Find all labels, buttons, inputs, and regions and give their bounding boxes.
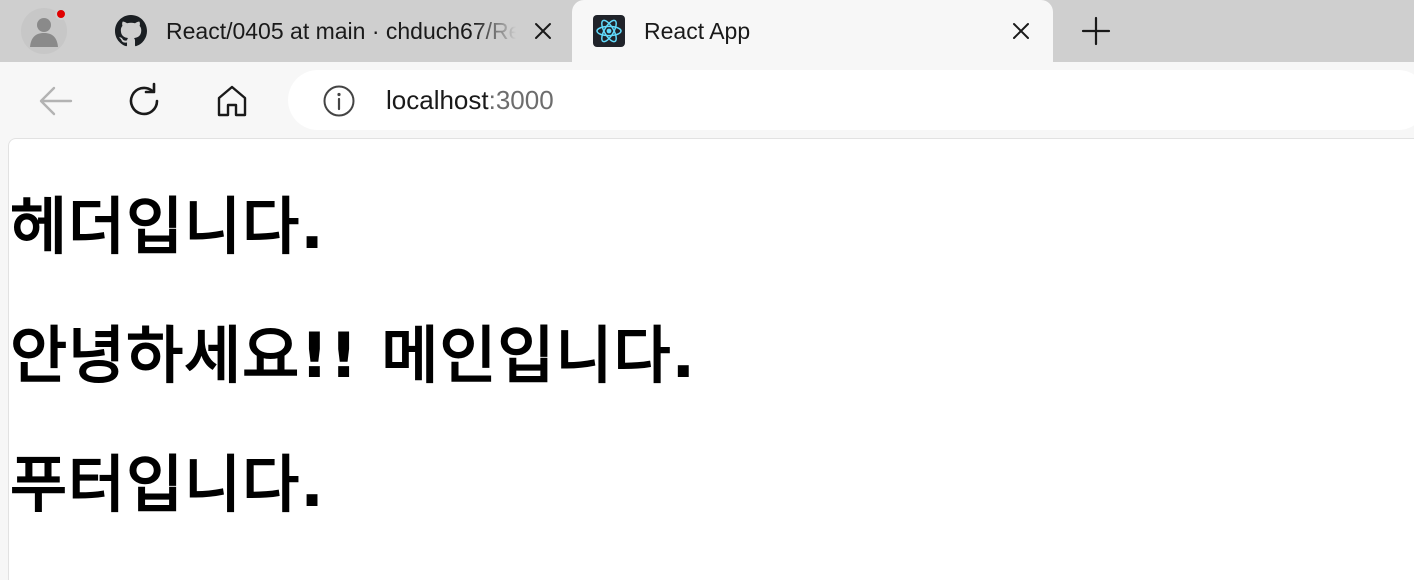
back-button[interactable] (34, 79, 78, 123)
navigation-toolbar: localhost:3000 (0, 62, 1414, 138)
url-port: :3000 (488, 85, 554, 115)
site-info-icon[interactable] (322, 84, 356, 118)
reload-button[interactable] (122, 79, 166, 123)
github-icon (114, 14, 148, 48)
footer-heading: 푸터입니다. (10, 448, 325, 521)
tab-title: React App (644, 17, 751, 44)
home-button[interactable] (210, 79, 254, 123)
tab-title: React/0405 at main · chduch67/React (166, 17, 516, 44)
address-bar[interactable]: localhost:3000 (288, 70, 1414, 130)
main-heading: 안녕하세요!! 메인입니다. (10, 319, 697, 392)
notification-dot (55, 8, 67, 20)
tab-react-app[interactable]: React App (572, 0, 1053, 62)
page-viewport: 헤더입니다. 안녕하세요!! 메인입니다. 푸터입니다. (8, 138, 1414, 580)
person-icon (30, 18, 58, 47)
home-icon (217, 85, 247, 117)
close-tab-icon[interactable] (528, 16, 558, 46)
profile-avatar-button[interactable] (21, 8, 67, 54)
back-arrow-icon (39, 86, 73, 116)
header-heading: 헤더입니다. (10, 190, 325, 263)
url-text[interactable]: localhost:3000 (386, 84, 554, 116)
new-tab-button[interactable] (1079, 14, 1113, 48)
react-logo-icon (592, 14, 626, 48)
tab-github[interactable]: React/0405 at main · chduch67/React (98, 0, 572, 62)
plus-icon (1081, 16, 1111, 46)
close-tab-icon[interactable] (1006, 16, 1036, 46)
tab-strip: React/0405 at main · chduch67/React Reac… (0, 0, 1414, 62)
url-host: localhost (386, 85, 489, 115)
reload-icon (129, 82, 159, 116)
